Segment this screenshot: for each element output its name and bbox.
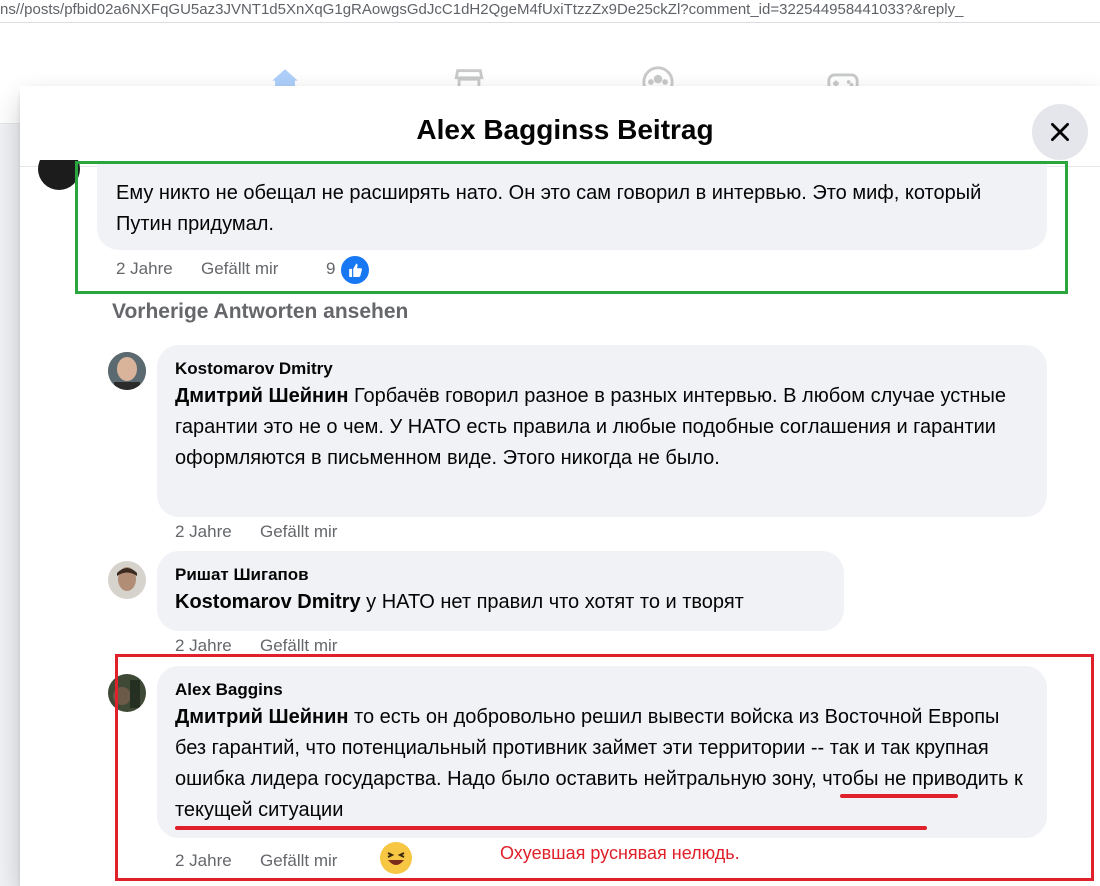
url-text: ns//posts/pfbid02a6NXFqGU5az3JVNT1d5XnXq…	[0, 1, 964, 18]
close-button[interactable]	[1032, 104, 1088, 160]
mention-link[interactable]: Дмитрий Шейнин	[175, 385, 348, 407]
like-button[interactable]: Gefällt mir	[260, 636, 337, 656]
reply-text: Kostomarov Dmitry у НАТО нет правил что …	[175, 587, 1030, 618]
avatar[interactable]	[38, 160, 80, 190]
mention-link[interactable]: Kostomarov Dmitry	[175, 591, 361, 613]
reply-bubble: Kostomarov Dmitry Дмитрий Шейнин Горбачё…	[157, 345, 1047, 517]
reply-bubble: Ришат Шигапов Kostomarov Dmitry у НАТО н…	[157, 551, 844, 631]
reply-body: у НАТО нет правил что хотят то и творят	[360, 591, 744, 613]
reply-timestamp[interactable]: 2 Jahre	[175, 522, 232, 542]
reply-author[interactable]: Ришат Шигапов	[175, 565, 309, 585]
close-icon	[1051, 123, 1069, 141]
reply-author[interactable]: Kostomarov Dmitry	[175, 359, 333, 379]
avatar[interactable]	[108, 352, 146, 390]
green-highlight-frame	[75, 161, 1068, 294]
like-button[interactable]: Gefällt mir	[260, 522, 337, 542]
view-previous-replies-link[interactable]: Vorherige Antworten ansehen	[112, 300, 408, 324]
reply-timestamp[interactable]: 2 Jahre	[175, 636, 232, 656]
avatar[interactable]	[108, 561, 146, 599]
modal-title: Alex Bagginss Beitrag	[416, 114, 714, 145]
red-highlight-frame	[115, 654, 1094, 881]
modal-header: Alex Bagginss Beitrag	[20, 86, 1100, 167]
reply-text: Дмитрий Шейнин Горбачёв говорил разное в…	[175, 381, 1030, 474]
address-bar[interactable]: ns//posts/pfbid02a6NXFqGU5az3JVNT1d5XnXq…	[0, 0, 1100, 23]
